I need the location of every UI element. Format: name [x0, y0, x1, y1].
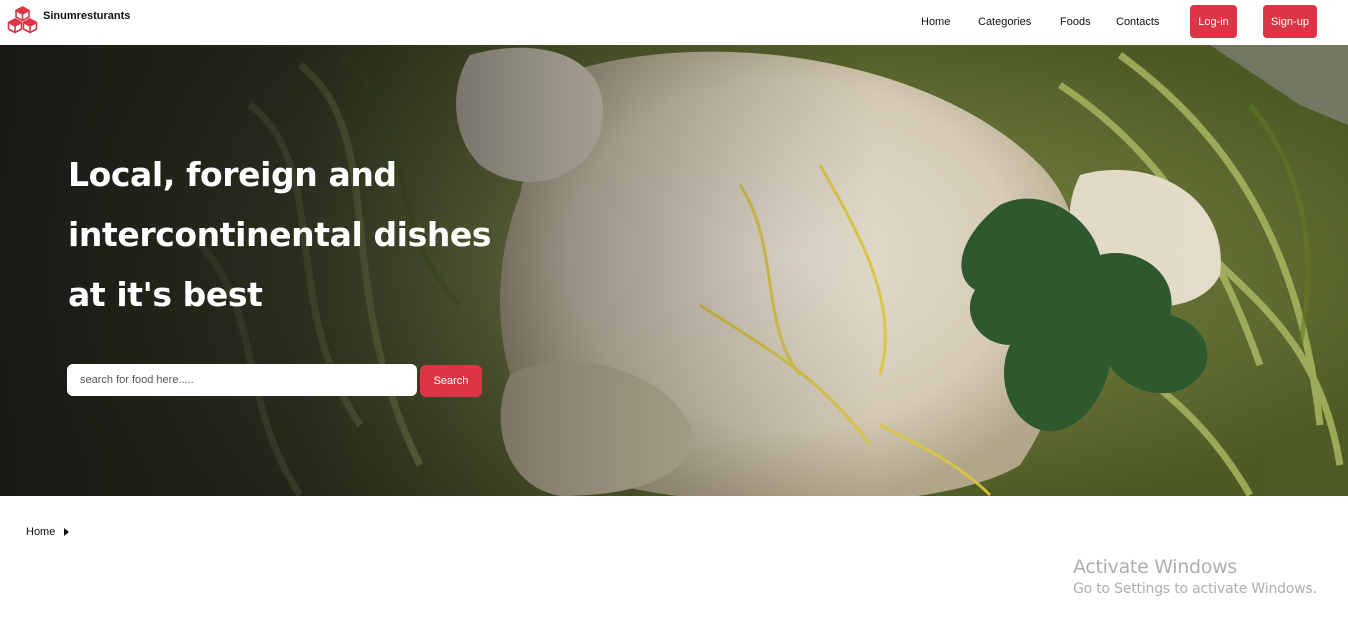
nav-link-categories[interactable]: Categories: [978, 16, 1031, 28]
cubes-icon: [6, 6, 39, 34]
hero-banner: Local, foreign and intercontinental dish…: [0, 45, 1348, 496]
nav-link-contacts[interactable]: Contacts: [1116, 16, 1159, 28]
activate-windows-watermark: Activate Windows Go to Settings to activ…: [1073, 556, 1317, 597]
navbar: Sinumresturants Home Categories Foods Co…: [0, 0, 1348, 45]
search-button[interactable]: Search: [420, 365, 482, 397]
signup-button[interactable]: Sign-up: [1263, 5, 1317, 38]
watermark-subtitle: Go to Settings to activate Windows.: [1073, 581, 1317, 597]
brand[interactable]: Sinumresturants: [6, 6, 130, 34]
hero-headline: Local, foreign and intercontinental dish…: [68, 155, 492, 314]
nav-link-home[interactable]: Home: [921, 16, 950, 28]
nav-link-foods[interactable]: Foods: [1060, 16, 1091, 28]
caret-right-icon: [64, 528, 70, 536]
search-input[interactable]: [67, 364, 417, 396]
breadcrumb: Home: [26, 526, 70, 538]
brand-name: Sinumresturants: [43, 10, 131, 22]
watermark-title: Activate Windows: [1073, 556, 1237, 578]
login-button[interactable]: Log-in: [1190, 5, 1237, 38]
breadcrumb-home[interactable]: Home: [26, 526, 55, 538]
